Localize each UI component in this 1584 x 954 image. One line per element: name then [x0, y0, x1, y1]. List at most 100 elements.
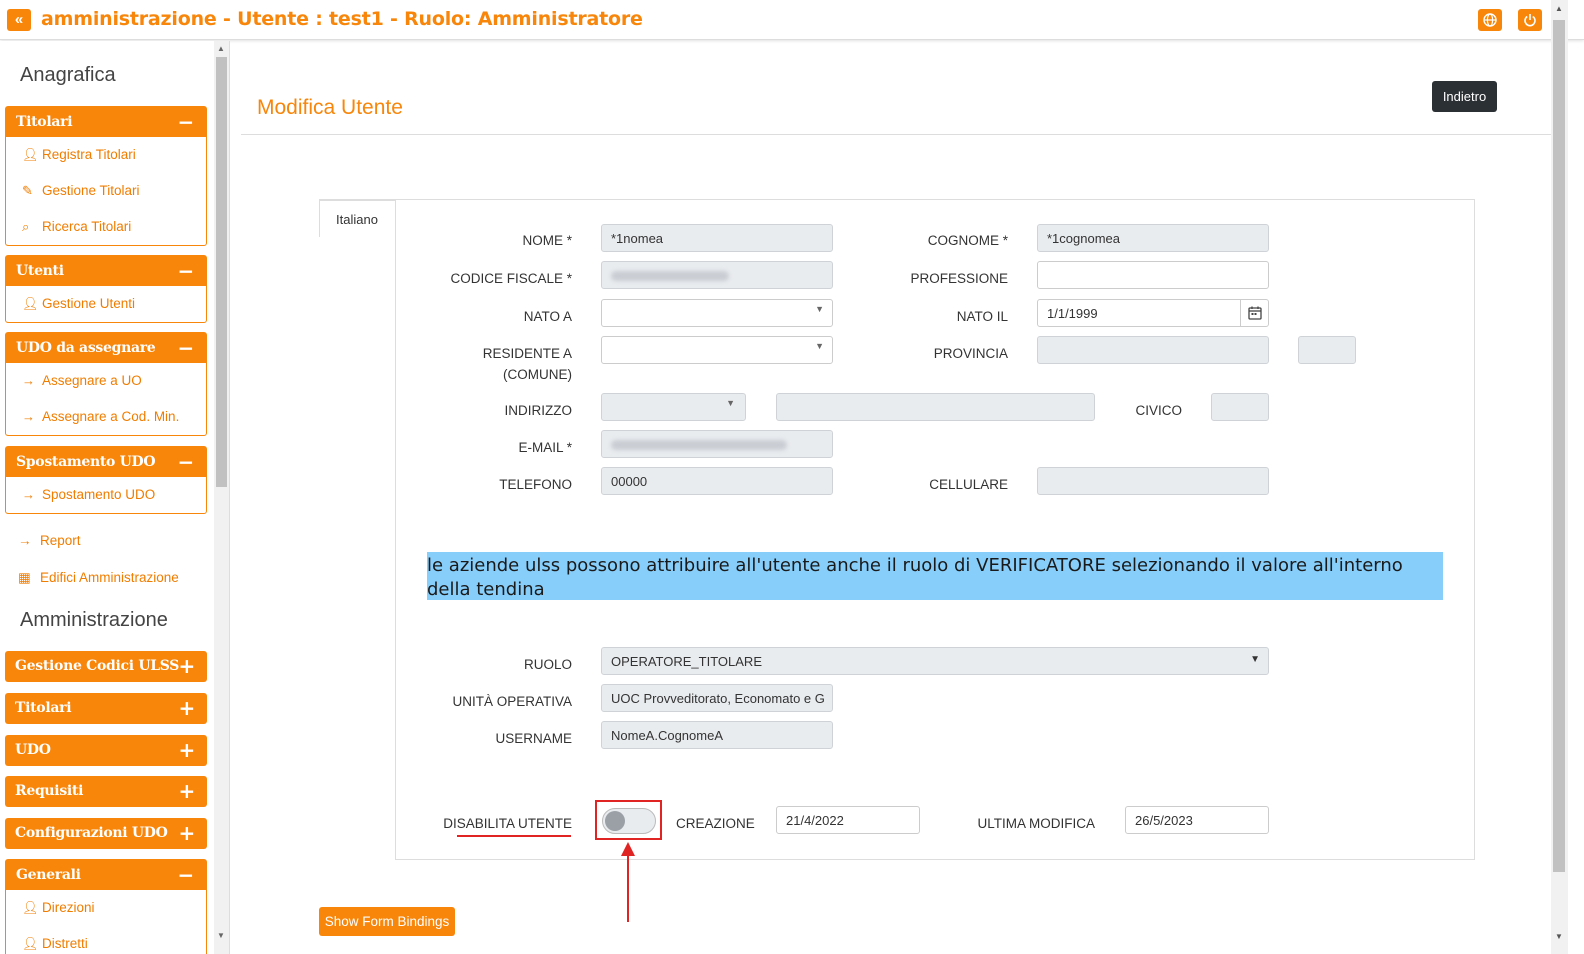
scroll-down-icon[interactable]: ▼: [1555, 932, 1563, 941]
nato-il-field[interactable]: 1/1/1999: [1037, 299, 1269, 327]
ruolo-select[interactable]: OPERATORE_TITOLARE ▼: [601, 647, 1269, 675]
user-edit-icon: 👤︎: [22, 296, 39, 311]
sidebar-item-assegnare-uo[interactable]: → Assegnare a UO: [6, 363, 206, 399]
sidebar-group-utenti: Utenti − 👤︎ Gestione Utenti: [5, 255, 207, 323]
cellulare-field[interactable]: [1037, 467, 1269, 495]
label-cellulare: CELLULARE: [929, 477, 1008, 492]
app-title: amministrazione - Utente : test1 - Ruolo…: [41, 8, 643, 30]
nome-field[interactable]: *1nomea: [601, 224, 833, 252]
civico-field[interactable]: [1211, 393, 1269, 421]
user-edit-icon: 👤︎: [22, 936, 39, 951]
power-icon[interactable]: [1518, 9, 1542, 31]
indirizzo-field[interactable]: [776, 393, 1095, 421]
ultima-modifica-field[interactable]: 26/5/2023: [1125, 806, 1269, 834]
group-header-udo-da-assegnare[interactable]: UDO da assegnare −: [6, 333, 206, 363]
professione-field[interactable]: [1037, 261, 1269, 289]
label-nato-a: NATO A: [523, 309, 572, 324]
user-edit-icon: 👤︎: [22, 900, 39, 915]
label-username: USERNAME: [495, 731, 572, 746]
label-residente-comune: (COMUNE): [503, 367, 572, 382]
residente-select[interactable]: ▼: [601, 336, 833, 364]
disabilita-utente-toggle[interactable]: [602, 808, 656, 834]
search-icon: ⌕: [22, 219, 30, 234]
label-telefono: TELEFONO: [499, 477, 572, 492]
scroll-up-icon[interactable]: ▲: [1555, 4, 1563, 13]
sidebar-item-edifici[interactable]: ▦ Edifici Amministrazione: [18, 570, 179, 586]
sidebar-item-gestione-titolari[interactable]: ✎ Gestione Titolari: [6, 173, 206, 209]
label-disabilita-utente: DISABILITA UTENTE: [443, 816, 572, 831]
toggle-knob: [605, 811, 625, 831]
sidebar-item-direzioni[interactable]: 👤︎ Direzioni: [6, 890, 206, 926]
minus-icon[interactable]: −: [178, 860, 195, 890]
minus-icon[interactable]: −: [178, 256, 195, 286]
creazione-field[interactable]: 21/4/2022: [776, 806, 920, 834]
group-header-titolari[interactable]: Titolari −: [6, 107, 206, 137]
minus-icon[interactable]: −: [178, 333, 195, 363]
label-nato-il: NATO IL: [956, 309, 1008, 324]
globe-icon[interactable]: [1478, 9, 1502, 31]
codice-fiscale-field[interactable]: [601, 261, 833, 289]
minus-icon[interactable]: −: [178, 447, 195, 477]
back-button[interactable]: Indietro: [1432, 81, 1497, 112]
building-icon: ▦: [18, 570, 31, 585]
annotation-arrow: [627, 852, 629, 922]
provincia-sigla-field[interactable]: [1298, 336, 1356, 364]
label-residente: RESIDENTE A: [482, 346, 572, 361]
sidebar-group-titolari: Titolari − 👤︎ Registra Titolari ✎ Gestione …: [5, 106, 207, 246]
telefono-field[interactable]: 00000: [601, 467, 833, 495]
cognome-field[interactable]: *1cognomea: [1037, 224, 1269, 252]
minus-icon[interactable]: −: [178, 107, 195, 137]
page-scrollbar-thumb[interactable]: [1553, 20, 1565, 872]
sidebar-group-configurazioni-udo[interactable]: Configurazioni UDO +: [5, 818, 207, 849]
plus-icon[interactable]: +: [179, 818, 196, 849]
plus-icon[interactable]: +: [179, 776, 196, 807]
scroll-up-icon[interactable]: ▲: [217, 44, 225, 53]
chevron-down-icon: ▼: [815, 341, 824, 351]
plus-icon[interactable]: +: [179, 693, 196, 724]
label-email: E-MAIL *: [518, 440, 572, 455]
username-field[interactable]: NomeA.CognomeA: [601, 721, 833, 749]
sidebar-group-requisiti[interactable]: Requisiti +: [5, 776, 207, 807]
sidebar: Anagrafica Titolari − 👤︎ Registra Titolari…: [0, 41, 230, 954]
provincia-field[interactable]: [1037, 336, 1269, 364]
group-header-utenti[interactable]: Utenti −: [6, 256, 206, 286]
label-unita-operativa: UNITÀ OPERATIVA: [452, 694, 572, 709]
redacted-value: [611, 440, 787, 450]
label-provincia: PROVINCIA: [933, 346, 1008, 361]
double-chevron-left-icon[interactable]: «: [7, 9, 31, 31]
indirizzo-tipo-select[interactable]: ▼: [601, 393, 746, 421]
label-creazione: CREAZIONE: [676, 816, 755, 831]
calendar-button[interactable]: [1240, 300, 1268, 326]
page-scrollbar[interactable]: ▲ ▼: [1551, 0, 1568, 954]
sidebar-item-registra-titolari[interactable]: 👤︎ Registra Titolari: [6, 137, 206, 173]
sidebar-scrollbar-thumb[interactable]: [216, 57, 227, 487]
label-cognome: COGNOME *: [927, 233, 1008, 248]
plus-icon[interactable]: +: [179, 735, 196, 766]
sidebar-item-ricerca-titolari[interactable]: ⌕ Ricerca Titolari: [6, 209, 206, 245]
nato-a-select[interactable]: ▼: [601, 299, 833, 327]
sidebar-group-titolari-admin[interactable]: Titolari +: [5, 693, 207, 724]
sidebar-item-spostamento-udo[interactable]: → Spostamento UDO: [6, 477, 206, 513]
sidebar-scrollbar[interactable]: ▲ ▼: [214, 41, 229, 954]
show-form-bindings-button[interactable]: Show Form Bindings: [319, 907, 455, 936]
email-field[interactable]: [601, 430, 833, 458]
user-edit-icon: 👤︎: [22, 147, 39, 162]
label-ultima-modifica: ULTIMA MODIFICA: [977, 816, 1095, 831]
form-panel: [395, 199, 1475, 860]
plus-icon[interactable]: +: [179, 651, 196, 682]
scroll-down-icon[interactable]: ▼: [217, 931, 225, 940]
sidebar-item-report[interactable]: → Report: [18, 533, 81, 548]
highlight-box: [595, 800, 662, 840]
group-header-generali[interactable]: Generali −: [6, 860, 206, 890]
tab-italiano[interactable]: Italiano: [319, 200, 396, 237]
group-header-spostamento-udo[interactable]: Spostamento UDO −: [6, 447, 206, 477]
section-heading-anagrafica: Anagrafica: [20, 64, 116, 86]
highlight-underline: [457, 835, 571, 837]
sidebar-item-assegnare-cod-min[interactable]: → Assegnare a Cod. Min.: [6, 399, 206, 435]
sidebar-item-gestione-utenti[interactable]: 👤︎ Gestione Utenti: [6, 286, 206, 322]
sidebar-group-gestione-codici-ulss[interactable]: Gestione Codici ULSS +: [5, 651, 207, 682]
top-bar: « amministrazione - Utente : test1 - Ruo…: [0, 0, 1584, 40]
unita-operativa-field[interactable]: UOC Provveditorato, Economato e G: [601, 684, 833, 712]
sidebar-item-distretti[interactable]: 👤︎ Distretti: [6, 926, 206, 954]
sidebar-group-udo[interactable]: UDO +: [5, 735, 207, 766]
